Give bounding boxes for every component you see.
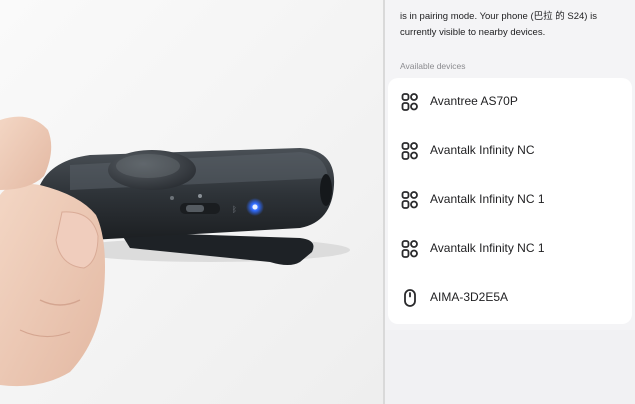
device-name: Avantree AS70P	[430, 94, 518, 108]
device-name: AIMA-3D2E5A	[430, 290, 509, 304]
svg-text:ᛒ: ᛒ	[232, 205, 237, 214]
device-item-avantree-as70p[interactable]: Avantree AS70P	[388, 78, 632, 126]
device-item-aima-3d2e5a[interactable]: AIMA-3D2E5A	[388, 274, 632, 322]
bluetooth-transmitter-photo: ᛒ	[0, 0, 383, 404]
headset-icon	[401, 190, 419, 210]
device-item-avantalk-infinity-nc[interactable]: Avantalk Infinity NC	[388, 127, 632, 175]
device-item-avantalk-infinity-nc-1-second[interactable]: Avantalk Infinity NC 1	[388, 225, 632, 273]
device-name: Avantalk Infinity NC 1	[430, 192, 545, 206]
available-devices-heading: Available devices	[400, 61, 466, 71]
headset-icon	[401, 92, 419, 112]
available-devices-list: Avantree AS70P Avantalk Infinity NC Avan…	[388, 78, 632, 324]
panel-empty-area	[385, 330, 635, 404]
product-photo: ᛒ	[0, 0, 383, 404]
headset-icon	[401, 239, 419, 259]
mouse-icon	[401, 288, 419, 308]
pairing-status-text: is in pairing mode. Your phone (巴拉 的 S24…	[400, 11, 597, 38]
bluetooth-devices-panel: is in pairing mode. Your phone (巴拉 的 S24…	[385, 0, 635, 404]
headset-icon	[401, 141, 419, 161]
device-item-avantalk-infinity-nc-1[interactable]: Avantalk Infinity NC 1	[388, 176, 632, 224]
device-name: Avantalk Infinity NC 1	[430, 241, 545, 255]
device-name: Avantalk Infinity NC	[430, 143, 535, 157]
